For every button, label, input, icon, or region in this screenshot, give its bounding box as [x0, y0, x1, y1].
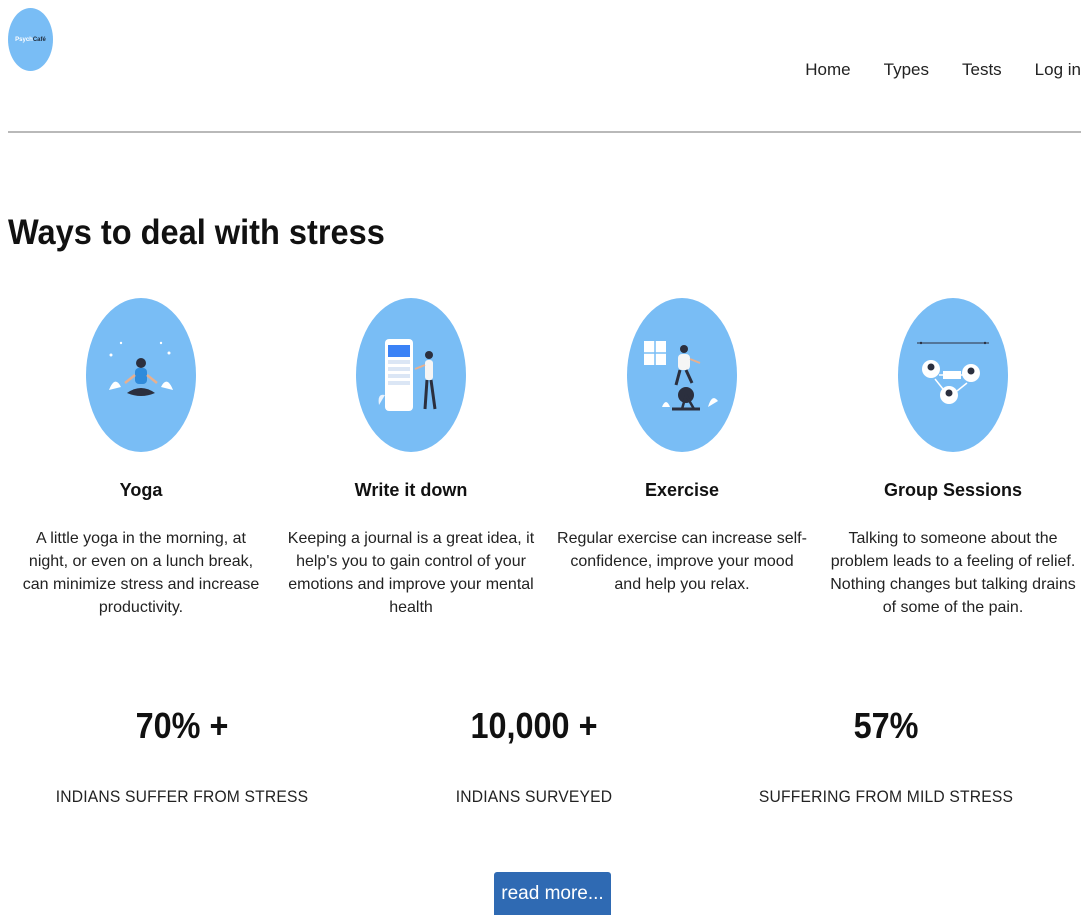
top-nav: Home Types Tests Log in [805, 60, 1081, 80]
exercise-illustration-icon [627, 298, 737, 452]
nav-tests[interactable]: Tests [962, 60, 1002, 80]
stat-value: 70% + [135, 705, 229, 746]
card-text: Talking to someone about the problem lea… [830, 530, 1076, 616]
nav-home[interactable]: Home [805, 60, 850, 80]
card-title: Yoga [119, 480, 163, 500]
card-title: Exercise [644, 480, 720, 500]
page-title: Ways to deal with stress [8, 213, 385, 252]
stat-label: SUFFERING FROM MILD STRESS [758, 787, 1014, 806]
stat-value: 10,000 + [470, 705, 598, 746]
card-yoga: Yoga A little yoga in the morning, at ni… [6, 298, 276, 619]
psychcafe-logo[interactable]: Psych Café [8, 8, 53, 71]
journal-illustration-icon [356, 298, 466, 452]
card-exercise: Exercise Regular exercise can increase s… [547, 298, 817, 596]
logo-text-b: Café [32, 36, 46, 43]
group-session-illustration-icon [898, 298, 1008, 452]
card-text: A little yoga in the morning, at night, … [22, 530, 260, 616]
stat-label: INDIANS SUFFER FROM STRESS [55, 787, 309, 806]
card-text: Keeping a journal is a great idea, it he… [287, 530, 535, 616]
stat-stress: 70% + INDIANS SUFFER FROM STRESS [32, 705, 332, 807]
stat-mild-stress: 57% SUFFERING FROM MILD STRESS [736, 705, 1036, 807]
nav-types[interactable]: Types [884, 60, 929, 80]
yoga-illustration-icon [86, 298, 196, 452]
card-write-it-down: Write it down Keeping a journal is a gre… [276, 298, 546, 619]
stat-surveyed: 10,000 + INDIANS SURVEYED [384, 705, 684, 807]
page: Psych Café Home Types Tests Log in Ways t… [0, 0, 1081, 915]
logo-text-a: Psych [15, 36, 33, 43]
read-more-button[interactable]: read more... [494, 872, 611, 915]
nav-log-in[interactable]: Log in [1035, 60, 1081, 80]
card-title: Write it down [354, 480, 468, 500]
card-title: Group Sessions [883, 480, 1023, 500]
stat-label: INDIANS SURVEYED [455, 787, 613, 806]
header-divider [8, 131, 1081, 133]
card-group-sessions: Group Sessions Talking to someone about … [818, 298, 1081, 619]
card-text: Regular exercise can increase self-confi… [557, 530, 807, 593]
stat-value: 57% [853, 705, 919, 746]
